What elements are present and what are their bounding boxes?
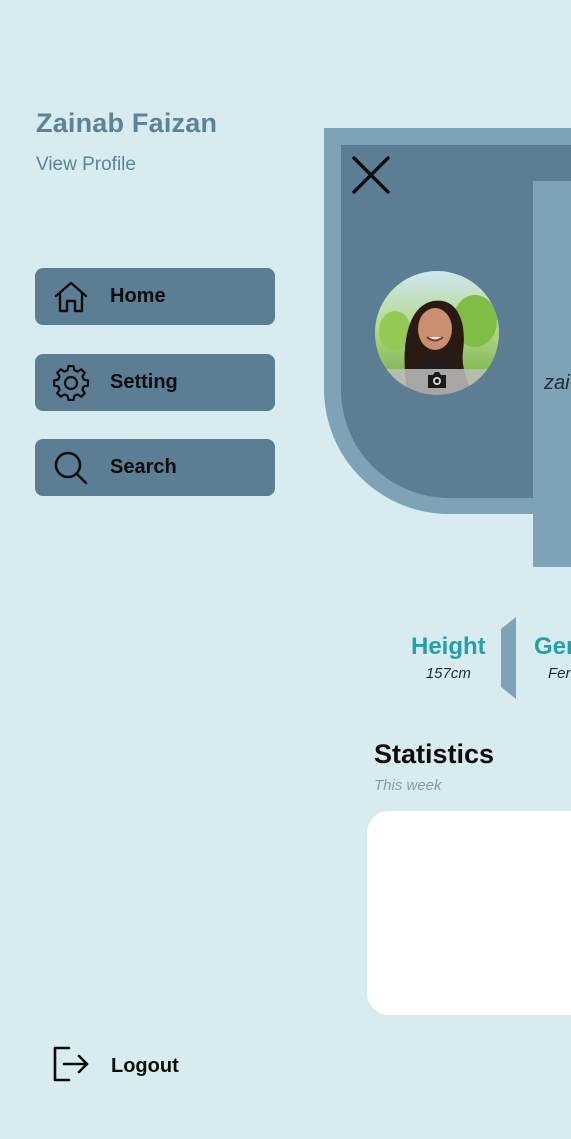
profile-card-name: zai <box>544 372 570 394</box>
menu-item-label: Setting <box>110 371 178 393</box>
menu-item-label: Search <box>110 456 177 478</box>
statistics-title: Statistics <box>374 739 495 769</box>
stat-title: Gen <box>534 633 571 660</box>
statistics-card <box>367 811 571 1015</box>
logout-label: Logout <box>111 1055 179 1077</box>
avatar-camera-bar[interactable] <box>375 369 499 395</box>
stat-height: Height 157cm <box>411 633 486 682</box>
drawer-user-name: Zainab Faizan <box>36 108 218 138</box>
camera-icon <box>426 371 448 394</box>
app-screen: Zainab Faizan View Profile Home Setting … <box>0 0 571 1139</box>
menu-item-search[interactable]: Search <box>35 439 275 496</box>
close-icon[interactable] <box>350 154 392 196</box>
stat-divider <box>501 617 516 699</box>
logout-button[interactable]: Logout <box>52 1045 179 1088</box>
home-icon <box>53 279 89 315</box>
avatar[interactable] <box>375 271 499 395</box>
menu-item-home[interactable]: Home <box>35 268 275 325</box>
logout-icon <box>52 1045 90 1088</box>
gear-icon <box>53 364 89 401</box>
view-profile-link[interactable]: View Profile <box>36 154 136 176</box>
stat-value: Fen <box>548 665 571 682</box>
statistics-subtitle: This week <box>374 777 442 794</box>
stat-value: 157cm <box>425 665 471 682</box>
stat-title: Height <box>411 633 486 660</box>
search-icon <box>53 450 89 486</box>
stat-gender: Gen Fen <box>534 633 571 682</box>
menu-item-setting[interactable]: Setting <box>35 354 275 411</box>
menu-item-label: Home <box>110 285 166 307</box>
